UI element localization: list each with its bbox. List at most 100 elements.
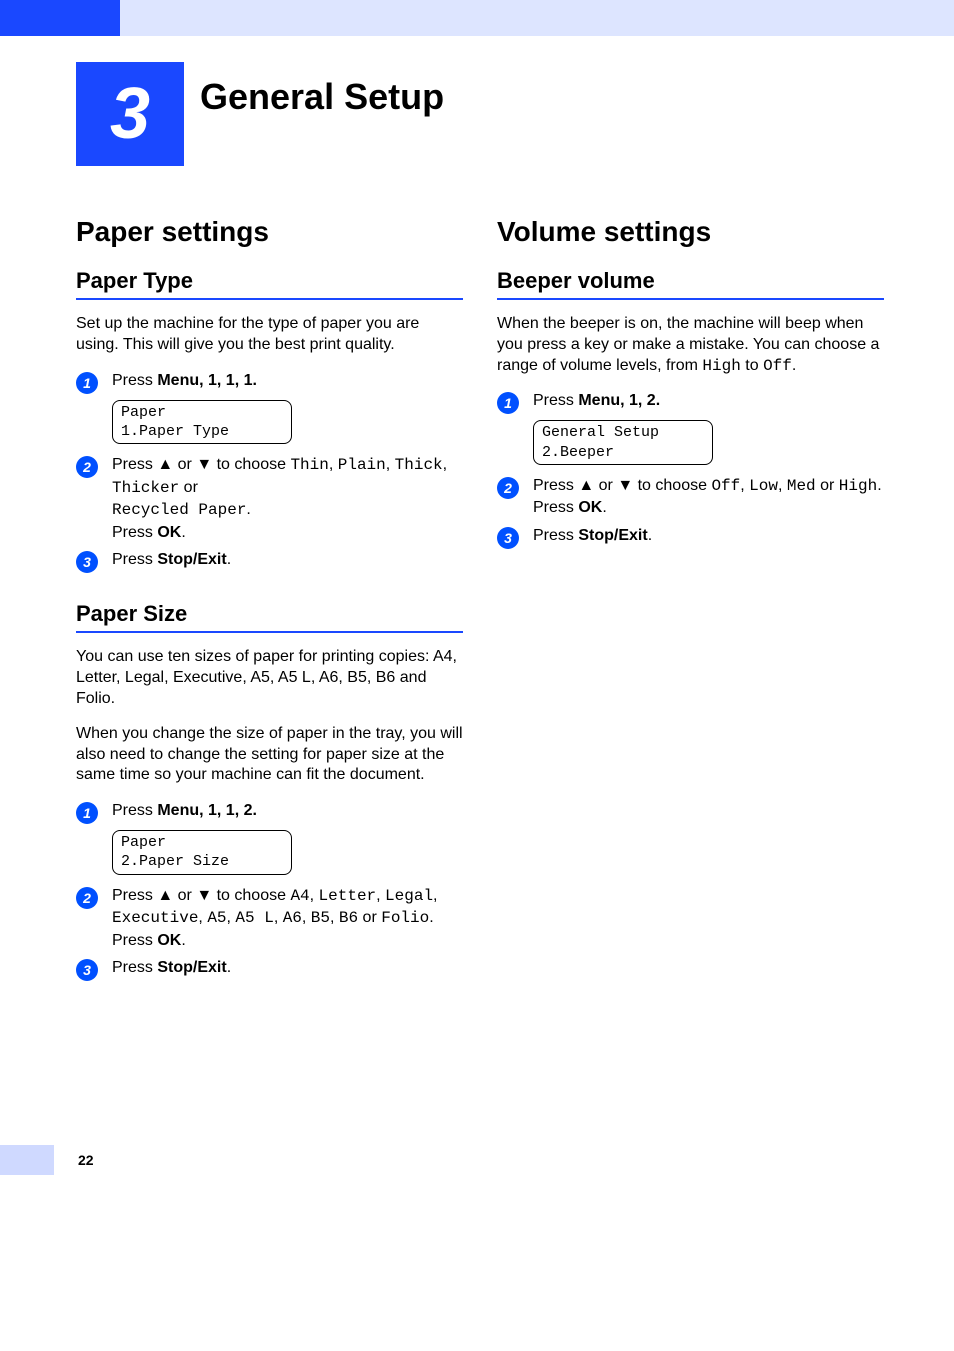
opt-a4: A4 <box>290 887 309 905</box>
lcd-line1: General Setup <box>542 424 659 441</box>
text: . <box>792 357 796 374</box>
opt-a5: A5 <box>207 909 226 927</box>
opt-legal: Legal <box>385 887 433 905</box>
paper-size-heading: Paper Size <box>76 601 463 633</box>
lcd-line1: Paper <box>121 404 166 421</box>
text: , <box>433 887 437 904</box>
text: . <box>246 501 250 518</box>
menu-seq: , 1, 2. <box>620 392 660 409</box>
opt-a5l: A5 L <box>235 909 273 927</box>
text: Press <box>112 887 157 904</box>
opt-high: High <box>702 357 740 375</box>
chapter-header: 3 General Setup <box>0 62 954 166</box>
paper-size-step-1: 1 Press Menu, 1, 1, 2. <box>76 800 463 824</box>
text: Press <box>533 477 578 494</box>
paper-size-intro-2: When you change the size of paper in the… <box>76 724 463 786</box>
text: to choose <box>212 456 290 473</box>
opt-off: Off <box>763 357 792 375</box>
beeper-step-3: 3 Press Stop/Exit. <box>497 525 884 549</box>
paper-size-step-3: 3 Press Stop/Exit. <box>76 957 463 981</box>
down-arrow-icon: ▼ <box>196 887 212 904</box>
opt-thin: Thin <box>290 456 328 474</box>
beeper-step-1: 1 Press Menu, 1, 2. <box>497 390 884 414</box>
lcd-line1: Paper <box>121 834 166 851</box>
paper-settings-heading: Paper settings <box>76 216 463 248</box>
text: , <box>198 909 207 926</box>
beeper-step-2: 2 Press ▲ or ▼ to choose Off, Low, Med o… <box>497 475 884 519</box>
opt-recycled: Recycled Paper <box>112 501 246 519</box>
text: . <box>181 524 185 541</box>
opt-med: Med <box>787 477 816 495</box>
text: to choose <box>633 477 711 494</box>
menu-label: Menu <box>157 802 199 819</box>
opt-thick: Thick <box>395 456 443 474</box>
menu-seq: , 1, 1, 2. <box>199 802 257 819</box>
text: Press <box>112 959 157 976</box>
lcd-paper-type: Paper 1.Paper Type <box>112 400 292 444</box>
text: . <box>429 909 433 926</box>
text: Press <box>112 456 157 473</box>
page-number: 22 <box>78 1152 94 1168</box>
stop-exit-label: Stop/Exit <box>157 551 226 568</box>
text: Press <box>112 372 157 389</box>
text: , <box>330 909 339 926</box>
volume-settings-heading: Volume settings <box>497 216 884 248</box>
step-badge-2-icon: 2 <box>497 477 519 499</box>
lcd-beeper: General Setup 2.Beeper <box>533 420 713 464</box>
beeper-intro: When the beeper is on, the machine will … <box>497 314 884 376</box>
page-footer: 22 <box>0 1145 954 1175</box>
top-bar-light <box>120 0 954 36</box>
lcd-line2: 2.Paper Size <box>121 853 229 870</box>
text: or <box>358 909 381 926</box>
step-badge-2-icon: 2 <box>76 456 98 478</box>
text: or <box>594 477 617 494</box>
step-badge-3-icon: 3 <box>76 551 98 573</box>
chapter-number-box: 3 <box>76 62 184 166</box>
text: , <box>310 887 319 904</box>
text: . <box>227 551 231 568</box>
paper-type-intro: Set up the machine for the type of paper… <box>76 314 463 356</box>
text: . <box>181 932 185 949</box>
step-badge-3-icon: 3 <box>76 959 98 981</box>
text: or <box>173 456 196 473</box>
beeper-volume-heading: Beeper volume <box>497 268 884 300</box>
chapter-title: General Setup <box>200 62 444 118</box>
paper-size-step-2: 2 Press ▲ or ▼ to choose A4, Letter, Leg… <box>76 885 463 952</box>
step-badge-1-icon: 1 <box>76 802 98 824</box>
stop-exit-label: Stop/Exit <box>578 527 647 544</box>
opt-exec: Executive <box>112 909 198 927</box>
text: or <box>173 887 196 904</box>
text: . <box>648 527 652 544</box>
paper-type-step-2: 2 Press ▲ or ▼ to choose Thin, Plain, Th… <box>76 454 463 543</box>
text: Press <box>112 932 157 949</box>
lcd-paper-size: Paper 2.Paper Size <box>112 830 292 874</box>
lcd-line2: 1.Paper Type <box>121 423 229 440</box>
up-arrow-icon: ▲ <box>157 887 173 904</box>
step-badge-3-icon: 3 <box>497 527 519 549</box>
paper-size-intro: You can use ten sizes of paper for print… <box>76 647 463 709</box>
footer-tab <box>0 1145 54 1175</box>
text: , <box>376 887 385 904</box>
opt-letter: Letter <box>319 887 377 905</box>
text: , <box>302 909 311 926</box>
text: Press <box>533 527 578 544</box>
top-bar-accent <box>0 0 120 36</box>
text: , <box>740 477 749 494</box>
text: . <box>602 499 606 516</box>
opt-off: Off <box>711 477 740 495</box>
lcd-line2: 2.Beeper <box>542 444 614 461</box>
text: to choose <box>212 887 290 904</box>
up-arrow-icon: ▲ <box>157 456 173 473</box>
step-badge-1-icon: 1 <box>76 372 98 394</box>
text: , <box>778 477 787 494</box>
text: Press <box>533 392 578 409</box>
text: , <box>386 456 395 473</box>
opt-low: Low <box>749 477 778 495</box>
text: . <box>227 959 231 976</box>
text: . <box>877 477 881 494</box>
down-arrow-icon: ▼ <box>196 456 212 473</box>
paper-type-step-1: 1 Press Menu, 1, 1, 1. <box>76 370 463 394</box>
opt-high: High <box>839 477 877 495</box>
up-arrow-icon: ▲ <box>578 477 594 494</box>
stop-exit-label: Stop/Exit <box>157 959 226 976</box>
